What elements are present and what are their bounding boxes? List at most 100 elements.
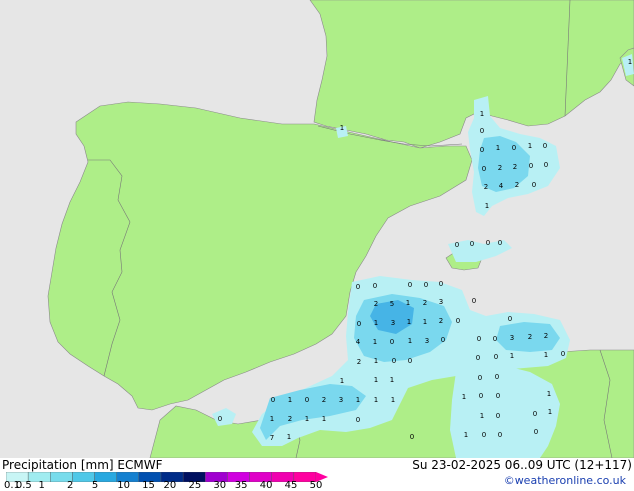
precip-value-label: 0 <box>408 357 412 365</box>
precip-value-label: 0 <box>424 281 428 289</box>
precip-value-label: 0 <box>480 146 484 154</box>
precipitation-map[interactable]: 1 0 0 1 0 1 0 0 2 2 0 0 2 4 2 0 1 0 0 0 0 0 0 0 0 0 2 5 1 2 3 0 0 1 3 1 1 2 0 0… <box>0 0 634 458</box>
precip-value-label: 0 <box>498 239 502 247</box>
precip-value-label: 0 <box>495 373 499 381</box>
colorbar-label: 30 <box>213 480 227 491</box>
precip-value-label: 0 <box>508 315 512 323</box>
precip-value-label: 0 <box>476 354 480 362</box>
colorbar-label: 5 <box>91 480 99 491</box>
precip-value-label: 1 <box>374 319 378 327</box>
precip-value-label: 2 <box>544 332 548 340</box>
colorbar-label: 1 <box>38 480 45 491</box>
model-name: ECMWF <box>117 458 163 472</box>
precip-value-label: 0 <box>373 282 377 290</box>
precip-value-label: 0 <box>441 336 445 344</box>
precip-value-label: 1 <box>548 408 552 416</box>
colorbar-label: 35 <box>234 480 248 491</box>
precip-value-label: 1 <box>270 415 274 423</box>
precip-value-label: 0 <box>498 431 502 439</box>
precip-value-label: 0 <box>493 335 497 343</box>
precip-value-label: 5 <box>390 300 394 308</box>
precip-value-label: 2 <box>322 396 326 404</box>
precip-value-label: 2 <box>357 358 361 366</box>
precip-value-label: 0 <box>455 241 459 249</box>
colorbar-label: 45 <box>284 480 298 491</box>
precip-value-label: 0 <box>544 161 548 169</box>
precip-value-label: 3 <box>425 337 429 345</box>
precip-value-label: 0 <box>543 142 547 150</box>
precip-value-label: 0 <box>472 297 476 305</box>
precip-value-label: 3 <box>439 298 443 306</box>
product-title: Precipitation [mm] ECMWF <box>2 458 162 472</box>
precip-value-label: 0 <box>357 320 361 328</box>
precip-value-label: 0 <box>479 392 483 400</box>
precip-value-label: 3 <box>510 334 514 342</box>
precip-value-label: 0 <box>392 357 396 365</box>
precip-value-label: 2 <box>528 333 532 341</box>
precip-value-label: 1 <box>390 376 394 384</box>
precip-value-label: 0 <box>477 335 481 343</box>
precip-value-label: 2 <box>498 164 502 172</box>
precip-value-label: 0 <box>532 181 536 189</box>
precip-value-label: 1 <box>423 318 427 326</box>
precip-value-label: 1 <box>464 431 468 439</box>
valid-time: Su 23-02-2025 06..09 UTC (12+117) <box>412 458 632 472</box>
precip-value-label: 0 <box>356 416 360 424</box>
footer: Precipitation [mm] ECMWF Su 23-02-2025 0… <box>0 458 634 491</box>
precip-value-label: 0 <box>494 353 498 361</box>
precip-value-label: 1 <box>480 412 484 420</box>
precip-value-label: 0 <box>482 165 486 173</box>
precip-value-label: 1 <box>528 142 532 150</box>
precip-value-label: 0 <box>512 144 516 152</box>
precip-value-label: 4 <box>499 182 504 190</box>
precip-value-label: 0 <box>480 127 484 135</box>
precip-value-label: 0 <box>408 281 412 289</box>
precip-value-label: 0 <box>561 350 565 358</box>
precip-value-label: 0 <box>456 317 460 325</box>
precip-algeria <box>450 366 560 458</box>
precip-value-label: 1 <box>462 393 466 401</box>
colorbar-label: 20 <box>163 480 177 491</box>
precip-value-label: 7 <box>270 434 274 442</box>
precip-value-label: 1 <box>322 415 326 423</box>
precip-value-label: 2 <box>439 317 443 325</box>
precip-value-label: 0 <box>271 396 275 404</box>
colorbar-label: 25 <box>188 480 202 491</box>
precip-value-label: 3 <box>339 396 343 404</box>
precip-value-label: 1 <box>496 144 500 152</box>
precip-value-label: 0 <box>305 396 309 404</box>
colorbar-label: 40 <box>259 480 273 491</box>
precip-value-label: 1 <box>340 377 344 385</box>
precip-value-label: 1 <box>510 352 514 360</box>
precip-value-label: 1 <box>374 357 378 365</box>
precip-value-label: 2 <box>423 299 427 307</box>
precip-value-label: 0 <box>356 283 360 291</box>
precip-value-label: 0 <box>470 240 474 248</box>
precip-value-label: 0 <box>439 280 443 288</box>
precip-value-label: 2 <box>288 415 292 423</box>
precip-value-label: 0 <box>478 374 482 382</box>
colorbar-label: 50 <box>309 480 323 491</box>
precip-value-label: 1 <box>547 390 551 398</box>
colorbar-label: 15 <box>142 480 155 491</box>
credit-link[interactable]: ©weatheronline.co.uk <box>504 474 626 487</box>
precip-value-label: 1 <box>305 415 309 423</box>
precip-value-label: 2 <box>484 183 488 191</box>
precip-value-label: 2 <box>515 181 519 189</box>
precip-value-label: 1 <box>373 338 377 346</box>
precip-value-label: 0 <box>533 410 537 418</box>
precip-value-label: 1 <box>485 202 489 210</box>
precip-value-label: 1 <box>406 299 410 307</box>
precip-value-label: 1 <box>356 396 360 404</box>
precip-value-label: 1 <box>288 396 292 404</box>
precip-value-label: 0 <box>529 162 533 170</box>
precip-value-label: 0 <box>486 239 490 247</box>
precip-value-label: 1 <box>480 110 484 118</box>
precip-value-label: 0 <box>496 412 500 420</box>
precip-value-label: 1 <box>391 396 395 404</box>
colorbar-label: 2 <box>66 480 74 491</box>
precip-value-label: 1 <box>374 396 378 404</box>
precip-value-label: 0 <box>410 433 414 441</box>
precip-value-label: 0 <box>496 392 500 400</box>
precip-value-label: 0 <box>534 428 538 436</box>
